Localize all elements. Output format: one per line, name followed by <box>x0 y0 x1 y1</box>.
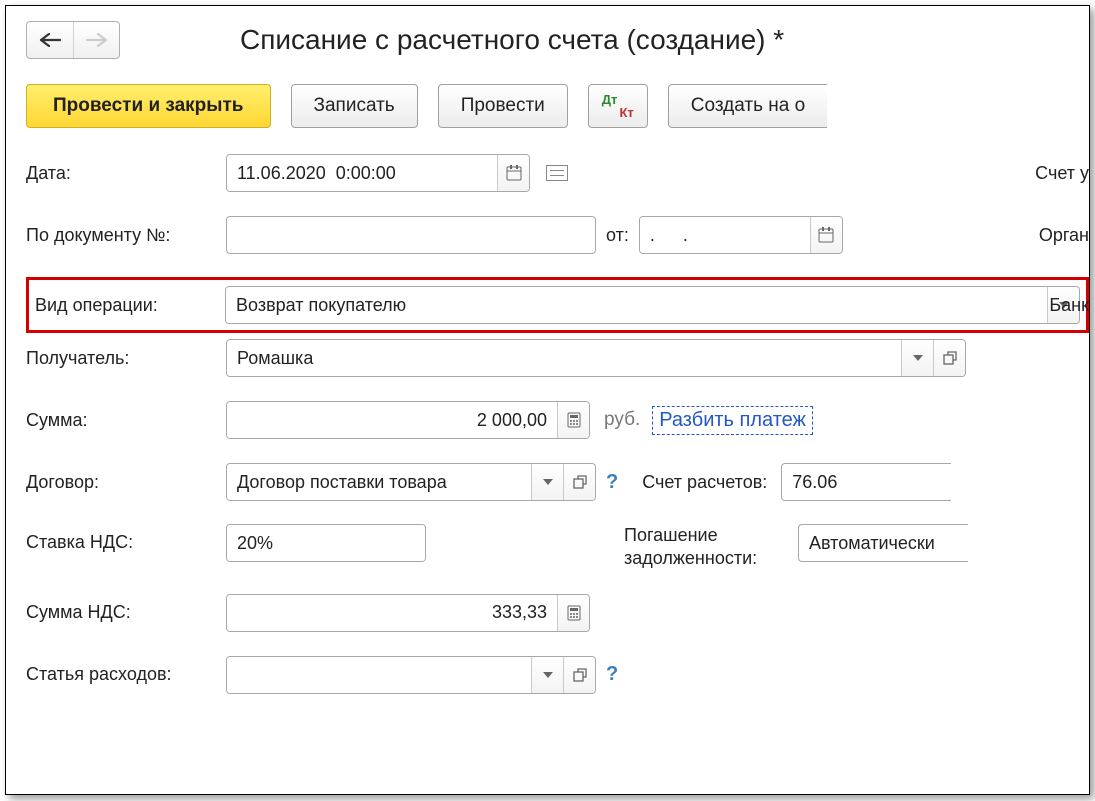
window: Списание с расчетного счета (создание) *… <box>5 5 1090 795</box>
post-button[interactable]: Провести <box>438 84 568 128</box>
open-icon[interactable] <box>563 464 595 500</box>
op-type-input[interactable] <box>226 287 1047 323</box>
label-rub: руб. <box>604 409 640 431</box>
page-title: Списание с расчетного счета (создание) * <box>240 24 784 56</box>
create-based-on-button[interactable]: Создать на о <box>668 84 827 128</box>
help-icon[interactable]: ? <box>606 471 618 494</box>
expense-item-field <box>226 656 596 694</box>
contract-field <box>226 463 596 501</box>
row-vat-sum: Сумма НДС: <box>26 593 1089 633</box>
sum-field <box>226 401 590 439</box>
vat-sum-input[interactable] <box>227 595 557 631</box>
list-icon[interactable] <box>546 165 568 181</box>
row-recipient: Получатель: <box>26 338 1089 378</box>
row-expense-item: Статья расходов: ? <box>26 655 1089 695</box>
label-contract: Договор: <box>26 472 226 493</box>
row-sum: Сумма: руб. Разбить платеж <box>26 400 1089 440</box>
row-vat-rate: Ставка НДС: Погашение задолженности: <box>26 524 1089 571</box>
dropdown-icon[interactable] <box>531 464 563 500</box>
vat-rate-field <box>226 524 426 562</box>
settlement-account-input[interactable] <box>781 463 951 501</box>
vat-rate-input[interactable] <box>227 525 426 561</box>
expense-item-input[interactable] <box>227 657 531 693</box>
row-op-type: Вид операции: <box>26 277 1089 333</box>
doc-date-field <box>639 216 843 254</box>
label-organization: Орган <box>999 225 1089 246</box>
label-vat-rate: Ставка НДС: <box>26 524 226 553</box>
nav-buttons <box>26 21 120 59</box>
contract-input[interactable] <box>227 464 531 500</box>
calendar-icon[interactable] <box>497 155 529 191</box>
split-payment-link[interactable]: Разбить платеж <box>652 406 813 435</box>
doc-date-input[interactable] <box>640 217 810 253</box>
label-sum: Сумма: <box>26 410 226 431</box>
label-account: Счет у <box>995 163 1089 184</box>
open-icon[interactable] <box>933 340 965 376</box>
recipient-field <box>226 339 966 377</box>
help-icon[interactable]: ? <box>606 663 618 686</box>
label-op-type: Вид операции: <box>35 295 225 316</box>
row-date: Дата: Счет у <box>26 153 1089 193</box>
debt-repay-group: Погашение задолженности: <box>624 524 968 571</box>
label-recipient: Получатель: <box>26 348 226 369</box>
dropdown-icon[interactable] <box>531 657 563 693</box>
label-date: Дата: <box>26 163 226 184</box>
calendar-icon[interactable] <box>810 217 842 253</box>
label-doc-no: По документу №: <box>26 225 226 246</box>
toolbar: Провести и закрыть Записать Провести Дт … <box>26 84 1089 128</box>
save-button[interactable]: Записать <box>291 84 418 128</box>
nav-forward-button[interactable] <box>73 22 119 58</box>
vat-sum-field <box>226 594 590 632</box>
op-type-field <box>225 286 1080 324</box>
dtkt-button[interactable]: Дт Кт <box>588 84 648 128</box>
date-field <box>226 154 530 192</box>
recipient-input[interactable] <box>227 340 901 376</box>
label-vat-sum: Сумма НДС: <box>26 602 226 623</box>
label-ot: от: <box>606 225 629 246</box>
open-icon[interactable] <box>563 657 595 693</box>
doc-no-input[interactable] <box>226 216 596 254</box>
sum-input[interactable] <box>227 402 557 438</box>
row-doc: По документу №: от: Орган <box>26 215 1089 255</box>
nav-back-button[interactable] <box>27 22 73 58</box>
dropdown-icon[interactable] <box>901 340 933 376</box>
dtkt-icon: Дт Кт <box>602 94 634 118</box>
row-contract: Договор: ? Счет расчетов: <box>26 462 1089 502</box>
settlement-account-group: Счет расчетов: <box>642 463 951 501</box>
label-bank: Банк <box>1009 295 1089 316</box>
label-settlement-account: Счет расчетов: <box>642 472 767 493</box>
date-input[interactable] <box>227 155 497 191</box>
post-and-close-button[interactable]: Провести и закрыть <box>26 84 271 128</box>
calc-icon[interactable] <box>557 402 589 438</box>
label-debt-repay: Погашение задолженности: <box>624 524 784 571</box>
header-row: Списание с расчетного счета (создание) * <box>26 21 1089 59</box>
debt-repay-input[interactable] <box>798 524 968 562</box>
label-expense-item: Статья расходов: <box>26 664 226 685</box>
calc-icon[interactable] <box>557 595 589 631</box>
